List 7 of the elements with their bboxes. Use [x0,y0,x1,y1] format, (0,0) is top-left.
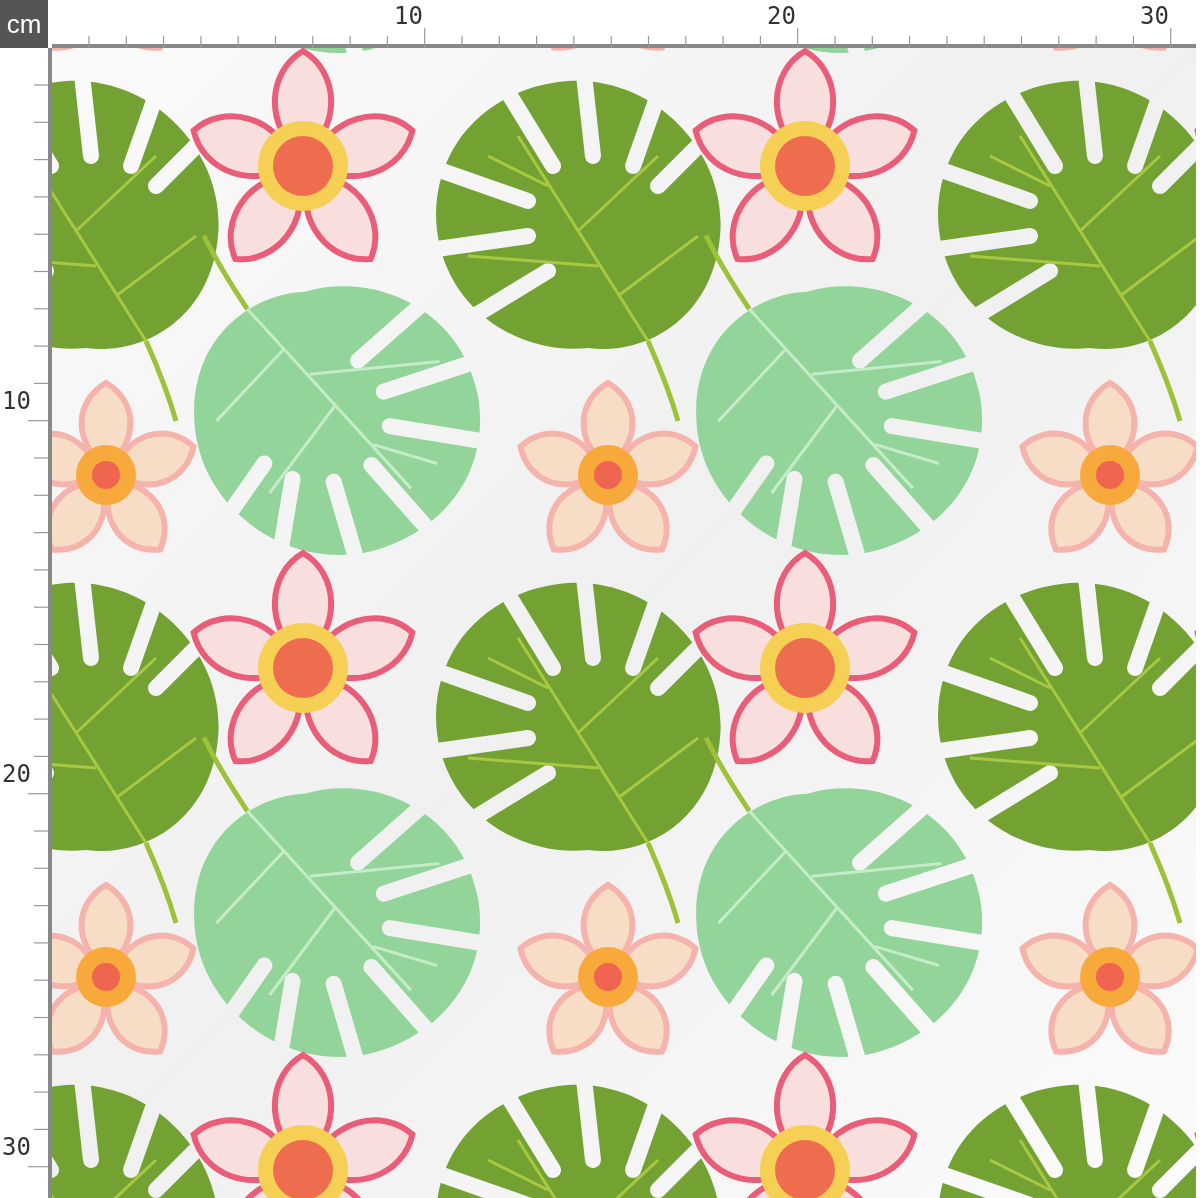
ruler-label: 30 [2,1133,31,1161]
ruler-label: 10 [2,387,31,415]
unit-label: cm [0,0,48,48]
ruler-label: 10 [393,2,423,30]
ruler-label: 20 [766,2,796,30]
ruler-label: 30 [1139,2,1169,30]
ruler-label: 20 [2,760,31,788]
